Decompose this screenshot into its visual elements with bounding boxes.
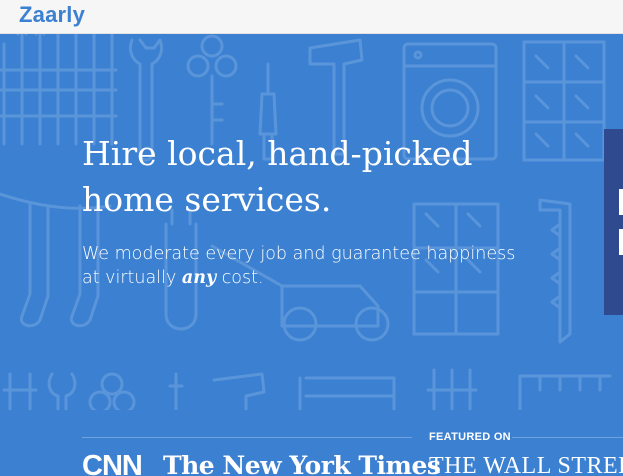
- wsj-logo: THE WALL STREET JOU: [429, 453, 623, 476]
- headline-line-2: home services.: [82, 180, 332, 219]
- bottom-icons-row: [2, 368, 612, 410]
- subline-end: cost.: [216, 268, 264, 288]
- signup-panel-edge[interactable]: [604, 129, 623, 315]
- hero-subline: We moderate every job and guarantee happ…: [82, 242, 532, 290]
- zaarly-logo[interactable]: Zaarly: [19, 2, 85, 28]
- featured-divider-right: [512, 437, 623, 438]
- featured-divider-left: [82, 437, 412, 438]
- window-icon: [522, 40, 606, 162]
- subline-emphasis: any: [181, 268, 217, 288]
- top-navigation-bar: Zaarly: [0, 0, 623, 34]
- panel-glyph: [619, 189, 623, 215]
- nyt-logo: The New York Times: [163, 451, 441, 476]
- hero-headline: Hire local, hand-picked home services.: [82, 131, 512, 223]
- subline-text: We moderate every job and guarantee happ…: [82, 244, 516, 288]
- featured-on-label: FEATURED ON: [429, 431, 511, 443]
- panel-glyph: [619, 229, 623, 255]
- key-icon: [186, 34, 238, 146]
- featured-on-section: FEATURED ON CNN The New York Times THE W…: [0, 410, 623, 476]
- saw-icon: [538, 198, 572, 344]
- cnn-logo: CNN: [82, 450, 143, 476]
- hero-section: Hire local, hand-picked home services. W…: [0, 34, 623, 410]
- fence-icon: [0, 34, 118, 146]
- headline-line-1: Hire local, hand-picked: [82, 134, 473, 173]
